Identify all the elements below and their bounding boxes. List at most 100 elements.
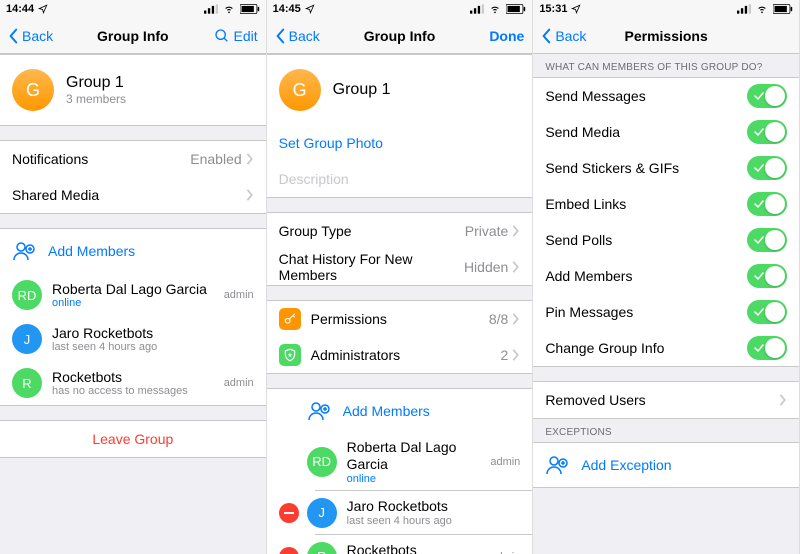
administrators-cell[interactable]: Administrators 2	[267, 337, 533, 373]
member-status: last seen 4 hours ago	[52, 341, 254, 353]
wifi-icon	[488, 4, 502, 14]
chevron-right-icon	[246, 153, 254, 165]
check-icon	[753, 270, 765, 282]
remove-member-button[interactable]	[279, 503, 299, 523]
battery-icon	[506, 4, 526, 14]
signal-icon	[470, 4, 484, 14]
nav-bar: Back Group Info Edit	[0, 18, 266, 54]
member-status: online	[347, 473, 491, 485]
back-button[interactable]: Back	[541, 28, 586, 44]
edit-button[interactable]: Edit	[214, 28, 258, 44]
leave-group-button[interactable]: Leave Group	[0, 421, 266, 457]
permission-row: Send Polls	[533, 222, 799, 258]
member-name: Rocketbots	[52, 369, 224, 386]
back-button[interactable]: Back	[275, 28, 320, 44]
group-name-input[interactable]: Group 1	[333, 81, 391, 99]
permissions-cell[interactable]: Permissions 8/8	[267, 301, 533, 337]
group-avatar[interactable]: G	[279, 69, 321, 111]
member-status: online	[52, 297, 224, 309]
add-members-label: Add Members	[48, 243, 135, 259]
description-input[interactable]: Description	[267, 161, 533, 197]
member-row[interactable]: RRocketbotshas no access to messagesadmi…	[267, 535, 533, 554]
location-icon	[571, 4, 581, 14]
member-tag: admin	[224, 377, 254, 389]
administrators-value: 2	[501, 347, 509, 363]
battery-icon	[773, 4, 793, 14]
permission-label: Send Media	[545, 124, 747, 140]
chat-history-cell[interactable]: Chat History For New Members Hidden	[267, 249, 533, 285]
permission-row: Pin Messages	[533, 294, 799, 330]
check-icon	[753, 234, 765, 246]
description-placeholder: Description	[279, 171, 349, 187]
location-icon	[38, 4, 48, 14]
permission-toggle[interactable]	[747, 156, 787, 180]
member-tag: admin	[490, 456, 520, 468]
done-button[interactable]: Done	[489, 28, 524, 44]
add-exception-label: Add Exception	[581, 457, 671, 473]
add-exception-cell[interactable]: Add Exception	[533, 443, 799, 487]
shared-media-cell[interactable]: Shared Media	[0, 177, 266, 213]
back-button[interactable]: Back	[8, 28, 53, 44]
permission-toggle[interactable]	[747, 84, 787, 108]
add-exception-icon	[545, 453, 569, 477]
permission-toggle[interactable]	[747, 300, 787, 324]
notifications-cell[interactable]: Notifications Enabled	[0, 141, 266, 177]
nav-bar: Back Permissions	[533, 18, 799, 54]
group-type-cell[interactable]: Group Type Private	[267, 213, 533, 249]
member-avatar: RD	[307, 447, 337, 477]
member-avatar: R	[12, 368, 42, 398]
administrators-label: Administrators	[311, 347, 501, 363]
member-status: last seen 4 hours ago	[347, 515, 521, 527]
signal-icon	[737, 4, 751, 14]
member-row[interactable]: RDRoberta Dal Lago Garciaonlineadmin	[0, 273, 266, 317]
member-row[interactable]: J Jaro Rocketbotslast seen 4 hours ago	[0, 317, 266, 361]
check-icon	[753, 198, 765, 210]
member-name: Jaro Rocketbots	[52, 325, 254, 342]
permission-toggle[interactable]	[747, 336, 787, 360]
signal-icon	[204, 4, 218, 14]
permission-toggle[interactable]	[747, 120, 787, 144]
permission-toggle[interactable]	[747, 192, 787, 216]
check-icon	[753, 342, 765, 354]
status-bar: 14:45	[267, 0, 533, 18]
back-label: Back	[289, 28, 320, 44]
member-name: Jaro Rocketbots	[347, 498, 521, 515]
member-avatar: J	[12, 324, 42, 354]
location-icon	[305, 4, 315, 14]
add-members-cell[interactable]: Add Members	[0, 229, 266, 273]
shield-icon	[279, 344, 301, 366]
check-icon	[753, 90, 765, 102]
permission-row: Change Group Info	[533, 330, 799, 366]
group-type-label: Group Type	[279, 223, 465, 239]
shared-media-label: Shared Media	[12, 187, 246, 203]
members-section: Add Members RDRoberta Dal Lago Garciaonl…	[267, 388, 533, 554]
status-bar: 14:44	[0, 0, 266, 18]
permissions-label: Permissions	[311, 311, 489, 327]
removed-users-label: Removed Users	[545, 392, 779, 408]
member-tag: admin	[224, 289, 254, 301]
add-members-icon	[307, 399, 331, 423]
member-row[interactable]: RRocketbotshas no access to messagesadmi…	[0, 361, 266, 405]
member-row[interactable]: RDRoberta Dal Lago Garciaonlineadmin	[267, 433, 533, 491]
remove-member-button[interactable]	[279, 547, 299, 554]
permission-row: Send Media	[533, 114, 799, 150]
member-avatar: J	[307, 498, 337, 528]
check-icon	[753, 306, 765, 318]
permissions-list: Send MessagesSend MediaSend Stickers & G…	[533, 77, 799, 367]
permission-label: Send Polls	[545, 232, 747, 248]
permission-toggle[interactable]	[747, 264, 787, 288]
set-group-photo-cell[interactable]: Set Group Photo	[267, 125, 533, 161]
add-members-cell[interactable]: Add Members	[267, 389, 533, 433]
removed-users-cell[interactable]: Removed Users	[533, 382, 799, 418]
status-bar: 15:31	[533, 0, 799, 18]
set-photo-label: Set Group Photo	[279, 135, 383, 151]
chevron-right-icon	[512, 261, 520, 273]
permission-toggle[interactable]	[747, 228, 787, 252]
member-avatar: RD	[12, 280, 42, 310]
exceptions-header: EXCEPTIONS	[533, 419, 799, 442]
member-row[interactable]: J Jaro Rocketbotslast seen 4 hours ago	[267, 491, 533, 535]
wifi-icon	[755, 4, 769, 14]
chevron-right-icon	[779, 394, 787, 406]
pane-group-info: 14:44 Back Group Info Edit G Group 1 3 m…	[0, 0, 267, 554]
add-members-label: Add Members	[343, 403, 430, 419]
